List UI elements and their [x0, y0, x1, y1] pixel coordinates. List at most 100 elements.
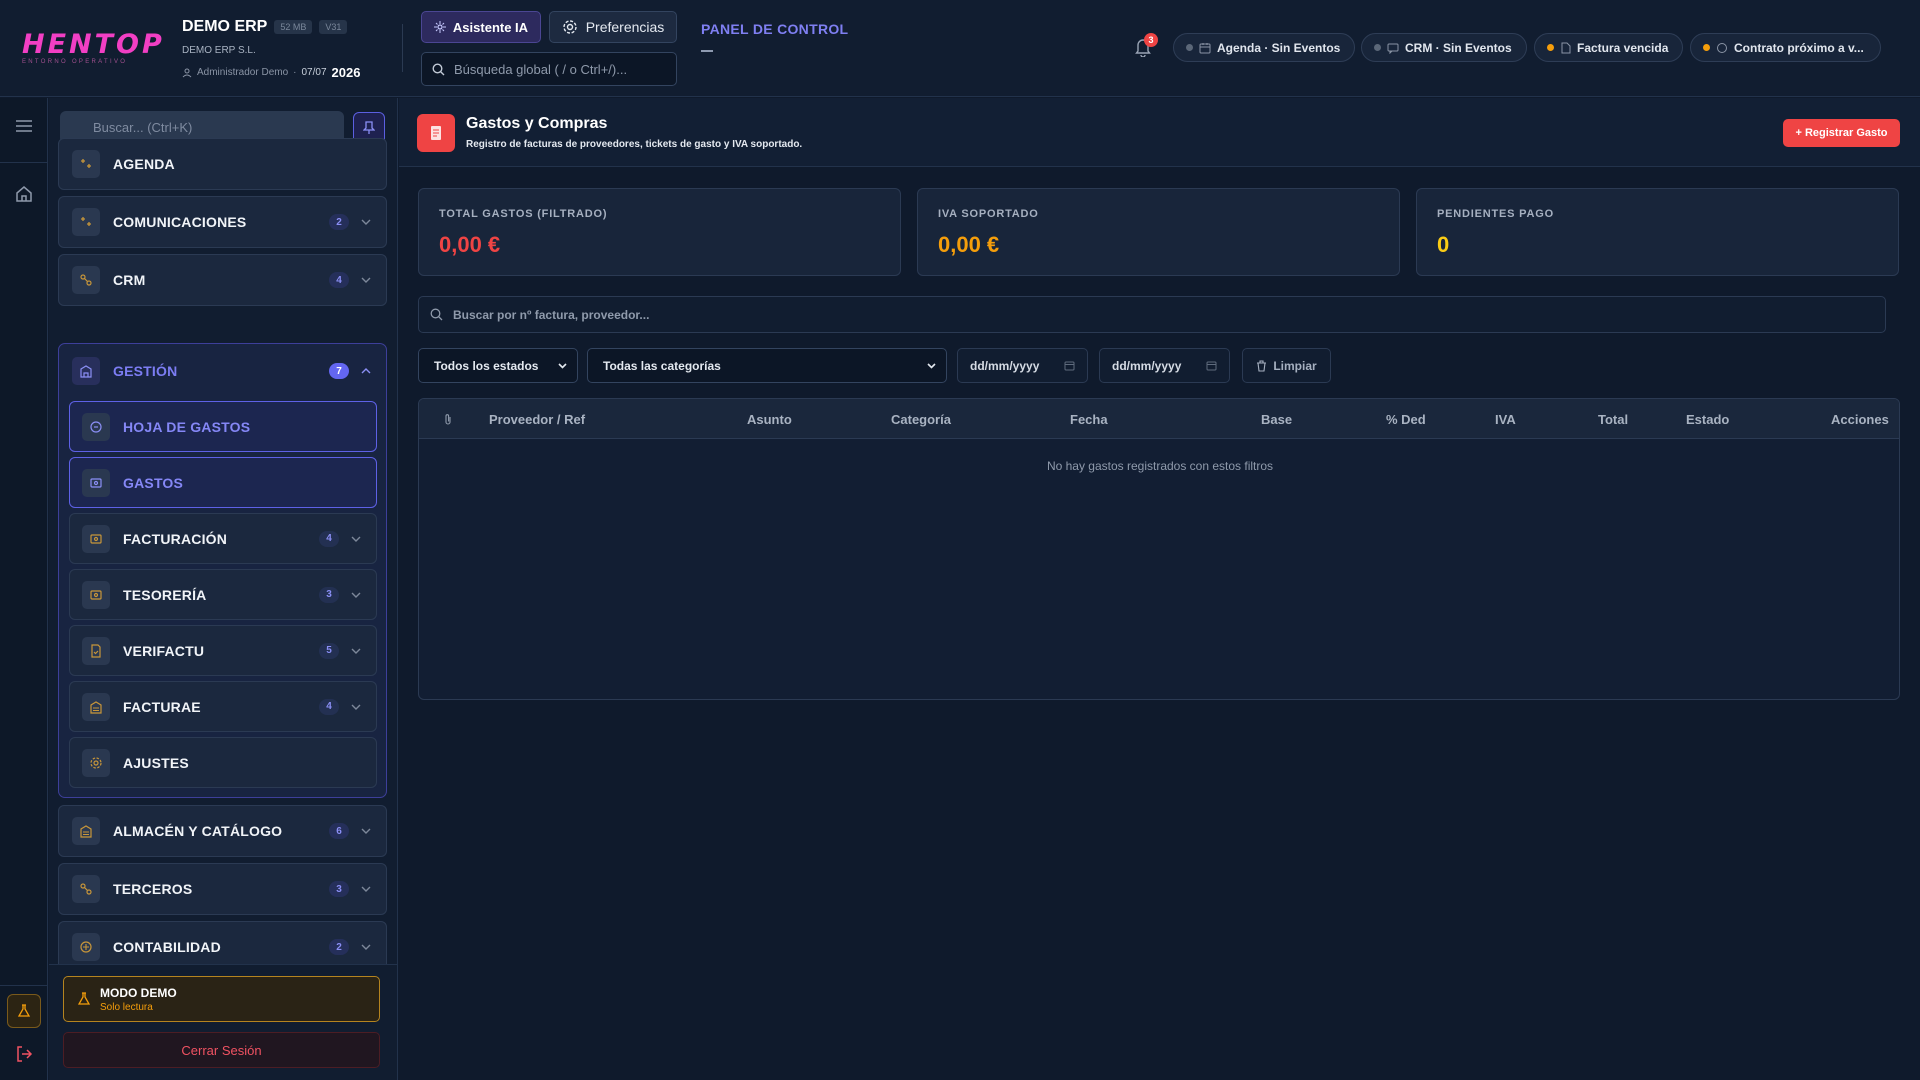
page-header: Gastos y Compras Registro de facturas de…	[399, 98, 1920, 167]
gear-icon	[562, 19, 578, 35]
hamburger-icon	[15, 119, 33, 133]
crm-status-pill[interactable]: CRM · Sin Eventos	[1361, 33, 1527, 62]
search-icon	[430, 308, 443, 321]
count-badge: 2	[329, 939, 349, 955]
chevron-down-icon	[351, 704, 361, 710]
company-name: DEMO ERP	[182, 18, 268, 35]
sidebar-item-gestion[interactable]: GESTIÓN 7	[59, 344, 386, 398]
column-header-total[interactable]: Total	[1598, 399, 1628, 439]
column-header-subject[interactable]: Asunto	[747, 399, 792, 439]
count-badge: 4	[319, 698, 339, 715]
column-header-status[interactable]: Estado	[1686, 399, 1729, 439]
date-from-input[interactable]: dd/mm/yyyy	[957, 348, 1088, 383]
search-icon	[432, 62, 445, 76]
agenda-icon	[72, 150, 100, 178]
chevron-down-icon	[927, 363, 936, 369]
sidebar-item-comunicaciones[interactable]: COMUNICACIONES 2	[58, 196, 387, 248]
count-badge: 3	[319, 586, 339, 603]
clear-filters-label: Limpiar	[1273, 358, 1317, 373]
status-select-value: Todos los estados	[434, 358, 539, 373]
chevron-down-icon	[361, 886, 371, 892]
divider	[402, 24, 403, 72]
menu-toggle-button[interactable]	[12, 114, 36, 138]
main-content: Gastos y Compras Registro de facturas de…	[399, 98, 1920, 1080]
sidebar-item-label: ALMACÉN Y CATÁLOGO	[113, 823, 283, 839]
status-dot	[1186, 44, 1193, 51]
sidebar-item-label: FACTURACIÓN	[123, 530, 228, 547]
current-year[interactable]: 2026	[332, 65, 361, 80]
card-value: 0,00 €	[439, 232, 501, 257]
date-from-placeholder: dd/mm/yyyy	[970, 358, 1040, 373]
sidebar-subitem-tesoreria[interactable]: TESORERÍA 3	[69, 569, 377, 620]
status-dot	[1374, 44, 1381, 51]
third-parties-icon	[72, 875, 100, 903]
date-to-placeholder: dd/mm/yyyy	[1112, 358, 1182, 373]
document-icon	[1560, 42, 1571, 54]
logo-subtitle: ENTORNO OPERATIVO	[22, 59, 128, 65]
contract-alert-pill[interactable]: Contrato próximo a v...	[1690, 33, 1881, 62]
sidebar-subitem-facturacion[interactable]: FACTURACIÓN 4	[69, 513, 377, 564]
pin-icon	[363, 121, 375, 135]
sidebar-item-label: FACTURAE	[123, 698, 201, 715]
clear-filters-button[interactable]: Limpiar	[1242, 348, 1331, 383]
preferences-button[interactable]: Preferencias	[549, 11, 677, 43]
agenda-status-pill[interactable]: Agenda · Sin Eventos	[1173, 33, 1355, 62]
column-header-deductible[interactable]: % Ded	[1386, 399, 1426, 439]
panel-link-sub	[701, 50, 713, 52]
card-label: TOTAL GASTOS (FILTRADO)	[439, 208, 608, 220]
building-icon	[72, 357, 100, 385]
column-header-date[interactable]: Fecha	[1070, 399, 1108, 439]
sidebar-item-almacen[interactable]: ALMACÉN Y CATÁLOGO 6	[58, 805, 387, 857]
invoice-alert-pill[interactable]: Factura vencida	[1534, 33, 1683, 62]
sidebar-item-label: AJUSTES	[123, 754, 189, 771]
sparkle-icon	[433, 21, 446, 33]
logout-icon	[15, 1045, 33, 1063]
logout-label: Cerrar Sesión	[181, 1042, 262, 1058]
page-title: Gastos y Compras	[466, 115, 608, 132]
global-search-input[interactable]: Búsqueda global ( / o Ctrl+/)...	[421, 52, 677, 86]
flask-icon	[17, 1004, 31, 1018]
count-badge: 4	[329, 272, 349, 288]
chevron-down-icon	[351, 648, 361, 654]
logout-button[interactable]: Cerrar Sesión	[63, 1032, 380, 1068]
user-icon	[182, 68, 192, 78]
logout-icon-button[interactable]	[12, 1042, 36, 1066]
expense-search-input[interactable]: Buscar por nº factura, proveedor...	[418, 296, 1886, 333]
status-select[interactable]: Todos los estados	[418, 348, 578, 383]
column-header-provider[interactable]: Proveedor / Ref	[489, 399, 585, 439]
sidebar-subitem-verifactu[interactable]: VERIFACTU 5	[69, 625, 377, 676]
home-button[interactable]	[12, 182, 36, 206]
sidebar-item-label: TESORERÍA	[123, 586, 207, 603]
logo-text: HENTOP	[22, 29, 165, 60]
sidebar-subitem-ajustes[interactable]: AJUSTES	[69, 737, 377, 788]
chevron-down-icon	[361, 219, 371, 225]
column-header-base[interactable]: Base	[1261, 399, 1292, 439]
home-icon	[15, 185, 33, 203]
sidebar-item-crm[interactable]: CRM 4	[58, 254, 387, 306]
sidebar-subitem-facturae[interactable]: FACTURAE 4	[69, 681, 377, 732]
sidebar-item-agenda[interactable]: AGENDA	[58, 138, 387, 190]
column-header-actions: Acciones	[1831, 411, 1889, 427]
demo-mode-button[interactable]	[7, 994, 41, 1028]
notification-count-badge: 3	[1144, 33, 1158, 47]
ai-assistant-button[interactable]: Asistente IA	[421, 11, 541, 43]
expenses-table: Proveedor / Ref Asunto Categoría Fecha B…	[418, 398, 1900, 700]
billing-icon	[82, 524, 110, 553]
column-header-vat[interactable]: IVA	[1495, 399, 1516, 439]
brand-logo[interactable]: HENTOP ENTORNO OPERATIVO	[22, 29, 165, 65]
total-expenses-card: TOTAL GASTOS (FILTRADO) 0,00 €	[418, 188, 901, 276]
count-badge: 5	[319, 642, 339, 659]
communications-icon	[72, 208, 100, 236]
sidebar-subitem-hoja-de-gastos[interactable]: HOJA DE GASTOS	[69, 401, 377, 452]
rail-divider	[0, 985, 48, 986]
category-select[interactable]: Todas las categorías	[587, 348, 947, 383]
card-value: 0	[1437, 232, 1450, 257]
panel-link[interactable]: PANEL DE CONTROL	[701, 21, 848, 37]
column-header-category[interactable]: Categoría	[891, 399, 951, 439]
date-to-input[interactable]: dd/mm/yyyy	[1099, 348, 1230, 383]
page-subtitle: Registro de facturas de proveedores, tic…	[466, 139, 803, 150]
sidebar-item-terceros[interactable]: TERCEROS 3	[58, 863, 387, 915]
sidebar-subitem-gastos[interactable]: GASTOS	[69, 457, 377, 508]
ai-assistant-label: Asistente IA	[452, 19, 529, 35]
register-expense-button[interactable]: + Registrar Gasto	[1783, 119, 1900, 147]
